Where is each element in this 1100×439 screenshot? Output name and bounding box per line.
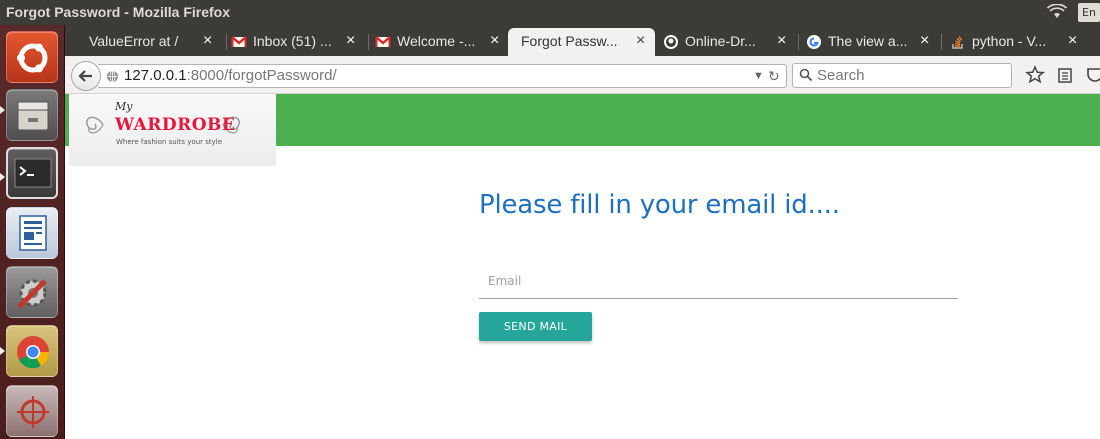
tab-label: Welcome -... [397, 33, 476, 49]
tab-valueerror[interactable]: ValueError at / × [73, 28, 221, 56]
reload-icon[interactable]: ↻ [768, 65, 780, 87]
tab-label: Forgot Passw... [521, 33, 618, 49]
terminal-icon[interactable] [6, 147, 58, 199]
window-title: Forgot Password - Mozilla Firefox [6, 4, 231, 20]
logo-tagline: Where fashion suits your style [116, 138, 223, 146]
search-bar[interactable]: Search [792, 63, 1012, 88]
ubuntu-dash-icon[interactable] [6, 31, 58, 83]
keyboard-layout-indicator[interactable]: En [1078, 3, 1100, 22]
bookmark-star-icon[interactable] [1025, 65, 1045, 85]
ornament-icon [86, 116, 104, 134]
tab-label: python - V... [972, 33, 1047, 49]
tab-close-icon[interactable]: × [777, 28, 786, 54]
tab-forgot-password[interactable]: Forgot Passw... × [508, 28, 655, 56]
tab-label: The view a... [828, 33, 908, 49]
url-text: 127.0.0.1:8000/forgotPassword/ [124, 65, 337, 87]
tab-welcome[interactable]: Welcome -... × [375, 28, 506, 56]
tab-separator [941, 34, 942, 50]
tab-label: Inbox (51) ... [253, 33, 332, 49]
email-field[interactable] [479, 269, 958, 299]
tab-label: ValueError at / [89, 33, 179, 49]
tab-inbox[interactable]: Inbox (51) ... × [231, 28, 363, 56]
tab-label: Online-Dr... [685, 33, 756, 49]
search-icon [799, 68, 813, 82]
tab-separator [798, 34, 799, 50]
google-icon [807, 35, 821, 49]
tab-bar: ValueError at / × Inbox (51) ... × Welco… [65, 25, 1100, 56]
tab-close-icon[interactable]: × [203, 28, 212, 54]
running-indicator [0, 173, 5, 181]
back-arrow-icon [78, 70, 92, 82]
url-host: 127.0.0.1 [124, 67, 187, 84]
tab-online-dr[interactable]: Online-Dr... × [663, 28, 793, 56]
tab-close-icon[interactable]: × [346, 28, 355, 54]
launcher [0, 25, 65, 439]
github-icon [664, 35, 678, 49]
running-indicator [0, 106, 5, 114]
libreoffice-writer-icon[interactable] [6, 207, 58, 259]
tab-close-icon[interactable]: × [920, 28, 929, 54]
tab-separator [226, 34, 227, 50]
page-content: My WARDROBE Where fashion suits your sty… [65, 94, 1100, 439]
logo-brand-text: WARDROBE [115, 115, 236, 135]
bookmarks-menu-icon[interactable] [1055, 65, 1075, 85]
tab-python[interactable]: python - V... × [950, 28, 1087, 56]
tab-separator [368, 34, 369, 50]
gmail-icon [231, 36, 247, 47]
logo-my-text: My [115, 100, 133, 113]
search-placeholder: Search [817, 67, 865, 84]
gmail-icon [375, 36, 391, 47]
system-settings-icon[interactable] [6, 266, 58, 318]
pocket-icon[interactable] [1085, 65, 1100, 85]
top-panel: Forgot Password - Mozilla Firefox En [0, 0, 1100, 25]
tab-the-view[interactable]: The view a... × [806, 28, 936, 56]
globe-icon [107, 70, 118, 83]
navigation-bar: 127.0.0.1:8000/forgotPassword/ ▼ ↻ Searc… [65, 56, 1100, 94]
chevron-down-icon[interactable]: ▼ [753, 65, 764, 87]
screenshot-tool-icon[interactable] [6, 385, 58, 437]
tab-close-icon[interactable]: × [1068, 28, 1077, 54]
page-heading: Please fill in your email id.... [479, 190, 840, 220]
files-icon[interactable] [6, 89, 58, 141]
stackoverflow-icon [952, 36, 963, 49]
tab-close-icon[interactable]: × [636, 28, 645, 54]
url-bar[interactable]: 127.0.0.1:8000/forgotPassword/ ▼ ↻ [98, 64, 787, 88]
send-mail-button[interactable]: SEND MAIL [479, 312, 592, 341]
tab-close-icon[interactable]: × [490, 28, 499, 54]
chrome-icon[interactable] [6, 325, 58, 377]
wifi-icon[interactable] [1047, 4, 1067, 20]
url-path: :8000/forgotPassword/ [186, 67, 337, 84]
back-button[interactable] [71, 61, 101, 91]
site-logo[interactable]: My WARDROBE Where fashion suits your sty… [69, 94, 276, 172]
running-indicator [0, 347, 5, 355]
